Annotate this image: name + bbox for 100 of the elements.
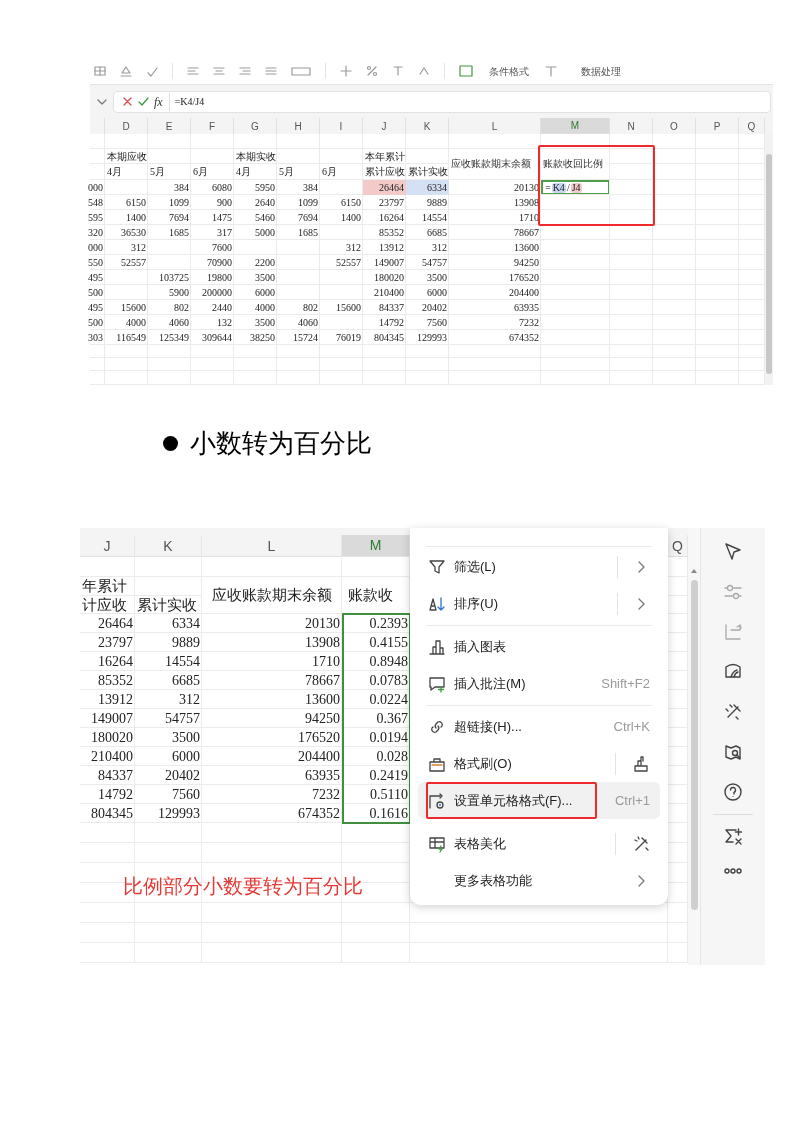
table-cell-text: 6150: [125, 195, 147, 210]
confirm-icon[interactable]: [138, 96, 149, 107]
table-cell-text: 0.2419: [368, 766, 409, 785]
shortcut-text: Shift+F2: [601, 674, 650, 693]
table-cell-text: 7694: [168, 210, 190, 225]
toolbar-button[interactable]: 条件格式: [487, 63, 531, 79]
column-header[interactable]: M: [342, 535, 410, 558]
align-right-icon[interactable]: [239, 65, 251, 77]
magic-wand-icon[interactable]: [632, 834, 650, 853]
magic-wand-icon[interactable]: [723, 702, 743, 722]
table-cell-text: 802: [173, 300, 190, 315]
table-cell-text: 149007: [373, 255, 405, 270]
formula-text: =K4/J4: [174, 95, 205, 109]
table-cell-text: 0.0783: [368, 671, 409, 690]
checkmark-icon[interactable]: [146, 65, 158, 77]
table-cell-text: 85352: [378, 225, 405, 240]
table-cell-text: 6685: [171, 671, 201, 690]
justify-icon[interactable]: [265, 65, 277, 77]
fill-color-icon[interactable]: [120, 65, 132, 77]
table-cell-text: 5900: [168, 285, 190, 300]
stamp-icon[interactable]: [632, 754, 650, 773]
table-cell-text: 674352: [508, 330, 540, 345]
table-cell-text: 210400: [373, 285, 405, 300]
function-button[interactable]: fx: [154, 92, 170, 111]
percent-icon[interactable]: [366, 65, 378, 77]
table-cell-text: 000: [90, 180, 104, 195]
scroll-up-icon[interactable]: [690, 568, 698, 574]
table-cell-text: 0.4155: [368, 633, 409, 652]
table-cell-text: 176520: [297, 728, 341, 747]
map-search-icon[interactable]: [723, 742, 743, 762]
table-cell-text: 312: [431, 240, 448, 255]
table-cell-text: 0.367: [375, 709, 409, 728]
bullet-icon: [163, 435, 178, 451]
header-cell-text: 年累计: [81, 577, 128, 596]
table-cell-text: 3500: [254, 270, 276, 285]
merge-icon[interactable]: [291, 65, 311, 77]
table-cell-text: 0.1616: [368, 804, 409, 823]
table-cell-text: 14554: [164, 652, 201, 671]
table-cell-text: 1400: [125, 210, 147, 225]
table-cell-text: 384: [173, 180, 190, 195]
table-cell-text: 38250: [249, 330, 276, 345]
table-cell-text: 7560: [426, 315, 448, 330]
table-cell-text: 804345: [90, 804, 134, 823]
shortcut-text: Ctrl+1: [614, 791, 650, 810]
help-icon[interactable]: [723, 782, 743, 802]
scrollbar-thumb[interactable]: [690, 580, 698, 910]
header-cell-text: 5月: [149, 165, 166, 179]
cell-reference: K4: [551, 182, 566, 193]
table-cell-text: 84337: [97, 766, 134, 785]
menu-label: 排序(U): [454, 594, 499, 613]
table-cell-text: 15724: [292, 330, 319, 345]
table-cell-text: 94250: [513, 255, 540, 270]
cancel-icon[interactable]: [122, 96, 133, 107]
table-cell-text: 7560: [171, 785, 201, 804]
align-center-icon[interactable]: [213, 65, 225, 77]
table-cell-text: 14554: [421, 210, 448, 225]
scrollbar-thumb[interactable]: [766, 154, 772, 374]
bullet-text: 小数转为百分比: [190, 430, 372, 456]
table-cell-text: 1685: [168, 225, 190, 240]
sum-icon[interactable]: [723, 827, 743, 847]
header-cell-text: 6月: [192, 165, 209, 179]
table-cell-text: 804345: [373, 330, 405, 345]
align-left-icon[interactable]: [187, 65, 199, 77]
table-cell-text: 309644: [201, 330, 233, 345]
table-cell-text: 674352: [297, 804, 341, 823]
table-cell-text: 70900: [206, 255, 233, 270]
more-icon[interactable]: [723, 867, 743, 875]
table-cell-text: 13600: [304, 690, 341, 709]
table-cell-text: 54757: [421, 255, 448, 270]
table-cell-text: 204400: [508, 285, 540, 300]
border-icon[interactable]: [94, 65, 106, 77]
table-cell-text: 26464: [97, 614, 134, 633]
toolbar-button[interactable]: 数据处理: [579, 63, 623, 79]
table-cell-text: 500: [90, 315, 104, 330]
table-cell-text: 14792: [97, 785, 134, 804]
cell-reference: J4: [570, 182, 582, 193]
table-cell-text: 2440: [211, 300, 233, 315]
menu-item[interactable]: 设置单元格格式(F)... Ctrl+1: [418, 782, 660, 819]
table-cell-text: 20130: [304, 614, 341, 633]
cursor-icon[interactable]: [723, 542, 743, 562]
table-cell-text: 1400: [340, 210, 362, 225]
header-cell-text: 4月: [106, 165, 123, 179]
header-cell-text: 累计实收: [407, 165, 449, 179]
table-cell: 26464: [363, 180, 406, 195]
table-cell-text: 15600: [335, 300, 362, 315]
table-cell-text: 20402: [164, 766, 201, 785]
formula-operator: /: [565, 182, 571, 193]
table-cell-text: 0.2393: [368, 614, 409, 633]
comment-icon: [428, 674, 446, 693]
table-cell-text: 52557: [120, 255, 147, 270]
menu-label: 格式刷(O): [454, 754, 512, 773]
header-cell-text: 4月: [235, 165, 252, 179]
table-cell-text: 6685: [426, 225, 448, 240]
table-cell-text: 52557: [335, 255, 362, 270]
plus-icon[interactable]: [340, 65, 352, 77]
table-style-icon[interactable]: [459, 65, 473, 77]
resize-icon[interactable]: [723, 622, 743, 642]
table-cell-text: 4000: [254, 300, 276, 315]
sliders-icon[interactable]: [723, 582, 743, 602]
formula-bar[interactable]: fx =K4/J4: [113, 90, 771, 113]
